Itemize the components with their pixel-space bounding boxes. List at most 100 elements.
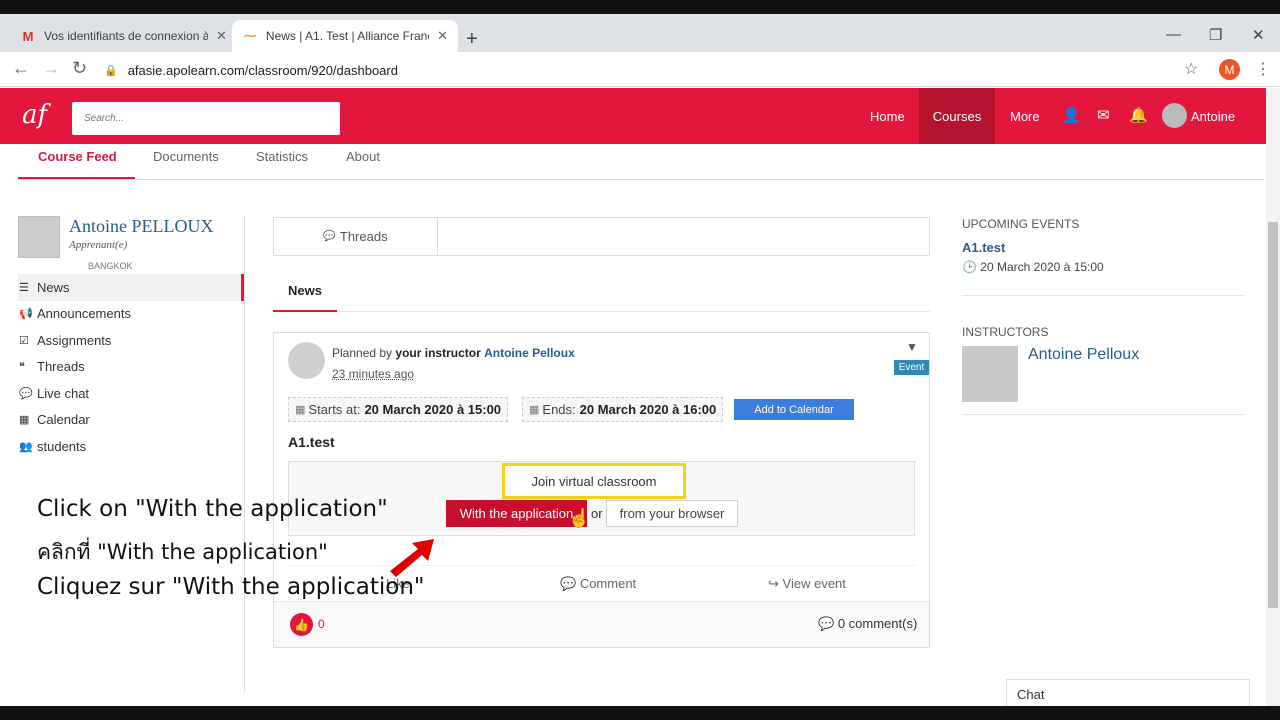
thumbs-up-icon[interactable]: 👍 [290, 613, 313, 636]
url-text: afasie.apolearn.com/classroom/920/dashbo… [127, 62, 398, 78]
tab-title: News | A1. Test | Alliance Françai [265, 29, 430, 43]
view-event-action[interactable]: ↪ View event [768, 576, 846, 592]
news-heading[interactable]: News [288, 283, 322, 298]
tab-statistics[interactable]: Statistics [256, 149, 308, 164]
sidebar-item-news[interactable]: ☰ News [18, 274, 244, 301]
scrollbar-thumb[interactable] [1268, 222, 1278, 608]
new-tab-button[interactable]: + [466, 28, 478, 51]
news-underline [273, 310, 337, 312]
event-title: A1.test [288, 434, 335, 450]
sidebar-item-assignments[interactable]: ☑ Assignments [18, 327, 244, 354]
join-virtual-classroom-label: Join virtual classroom [502, 463, 686, 499]
starts-value: 20 March 2020 à 15:00 [364, 402, 502, 417]
sidebar-item-label: Threads [37, 359, 85, 375]
red-arrow-icon [390, 539, 434, 577]
tab-about[interactable]: About [346, 149, 380, 164]
nav-home[interactable]: Home [856, 88, 919, 144]
tab-documents[interactable]: Documents [153, 149, 219, 164]
upcoming-event-date: 🕒 20 March 2020 à 15:00 [962, 260, 1104, 274]
planned-prefix: Planned by [332, 346, 396, 360]
sidebar-item-label: students [37, 438, 87, 454]
check-square-icon: ☑ [19, 334, 29, 347]
user-menu[interactable]: Antoine [1177, 88, 1249, 144]
site-favicon-icon: ⁓ [243, 28, 257, 43]
tab-title: Vos identifiants de connexion à A [44, 29, 208, 43]
right-divider [962, 414, 1245, 415]
sidebar-item-live-chat[interactable]: 💬 Live chat [18, 380, 244, 407]
forward-arrow-icon[interactable]: → [42, 58, 60, 79]
profile-role: Apprenant(e) [69, 239, 128, 251]
with-application-button[interactable]: With the application [446, 500, 587, 527]
sidebar-item-label: Calendar [37, 412, 90, 428]
comments-icon: 💬 [818, 616, 835, 631]
reload-icon[interactable]: ↻ [72, 58, 87, 79]
instructor-link[interactable]: Antoine Pelloux [484, 346, 575, 360]
minimize-icon[interactable]: — [1166, 26, 1181, 43]
bell-icon[interactable]: 🔔 [1129, 106, 1148, 124]
add-user-icon[interactable]: 👤 [1062, 106, 1081, 124]
search-input[interactable] [72, 102, 340, 135]
browser-menu-icon[interactable]: ⋮ [1255, 59, 1271, 79]
calendar-icon: ▦ [529, 404, 540, 416]
comments-count[interactable]: 💬 0 comment(s) [818, 616, 917, 632]
instruction-thai: คลิกที่ "With the application" [37, 540, 328, 564]
planned-by-text: Planned by your instructor Antoine Pello… [332, 346, 575, 360]
address-bar-row: ← → ↻ 🔒 afasie.apolearn.com/classroom/92… [0, 52, 1280, 87]
tab-course-feed[interactable]: Course Feed [38, 149, 117, 164]
add-to-calendar-button[interactable]: Add to Calendar [734, 399, 854, 420]
chevron-down-icon[interactable]: ▼ [906, 340, 918, 354]
comment-action[interactable]: 💬 Comment [560, 576, 636, 592]
mail-icon[interactable]: ✉ [1097, 106, 1110, 124]
instructor-avatar [288, 342, 325, 379]
close-tab-icon[interactable]: ✕ [216, 28, 227, 44]
sidebar-item-students[interactable]: 👥 students [18, 433, 244, 460]
quote-icon: ❝ [19, 361, 25, 374]
browser-profile-avatar[interactable]: M [1219, 59, 1240, 80]
ends-value: 20 March 2020 à 16:00 [579, 402, 717, 417]
screen-top-band [0, 0, 1280, 14]
from-browser-button[interactable]: from your browser [606, 500, 738, 527]
comments-icon: 💬 [323, 231, 336, 242]
close-tab-icon[interactable]: ✕ [437, 28, 448, 44]
upcoming-event-link[interactable]: A1.test [962, 240, 1005, 255]
instructors-title: INSTRUCTORS [962, 325, 1049, 339]
alliance-logo[interactable]: af [22, 100, 47, 130]
close-window-icon[interactable]: ✕ [1252, 26, 1265, 44]
comments-label: 0 comment(s) [837, 616, 918, 631]
restore-icon[interactable]: ❐ [1209, 26, 1222, 44]
users-icon: 👥 [19, 440, 33, 453]
instruction-english: Click on "With the application" [37, 496, 388, 522]
sidebar-item-announcements[interactable]: 📢 Announcements [18, 301, 244, 328]
ends-label: Ends: [542, 402, 576, 417]
nav-courses[interactable]: Courses [919, 88, 995, 144]
instruction-french: Cliquez sur "With the application" [37, 574, 425, 600]
threads-tab[interactable]: 💬 Threads [274, 218, 438, 255]
planned-by: your instructor [395, 346, 481, 360]
threads-box: 💬 Threads [273, 217, 930, 256]
sidebar-item-label: News [37, 279, 70, 295]
lock-icon: 🔒 [104, 64, 118, 77]
course-subtabs: Course Feed Documents Statistics About [18, 144, 1264, 180]
profile-name[interactable]: Antoine PELLOUX [69, 216, 213, 237]
active-tab-underline [18, 177, 135, 179]
left-divider [244, 216, 245, 692]
sidebar-item-calendar[interactable]: ▦ Calendar [18, 407, 244, 434]
post-time[interactable]: 23 minutes ago [332, 367, 414, 381]
comment-icon: 💬 [560, 576, 577, 591]
news-divider [273, 311, 930, 312]
app-header: af Home Courses More 👤 ✉ 🔔 Antoine [0, 88, 1266, 144]
sidebar-item-threads[interactable]: ❝ Threads [18, 354, 244, 381]
screen-bottom-band [0, 706, 1280, 720]
upcoming-events-title: UPCOMING EVENTS [962, 217, 1080, 231]
chat-widget[interactable]: Chat [1006, 679, 1250, 707]
upcoming-date-text: 20 March 2020 à 15:00 [980, 260, 1104, 274]
bookmark-star-icon[interactable]: ☆ [1184, 59, 1198, 79]
browser-tab-news[interactable]: ⁓ News | A1. Test | Alliance Françai ✕ [232, 20, 458, 52]
instructor-name-link[interactable]: Antoine Pelloux [1028, 346, 1139, 364]
url-field[interactable]: 🔒 afasie.apolearn.com/classroom/920/dash… [104, 56, 1212, 84]
back-arrow-icon[interactable]: ← [12, 58, 30, 79]
sidebar-item-label: Live chat [37, 385, 90, 401]
nav-more[interactable]: More [996, 88, 1054, 144]
list-icon: ☰ [19, 281, 29, 294]
browser-tab-gmail[interactable]: M Vos identifiants de connexion à A ✕ [10, 20, 237, 52]
